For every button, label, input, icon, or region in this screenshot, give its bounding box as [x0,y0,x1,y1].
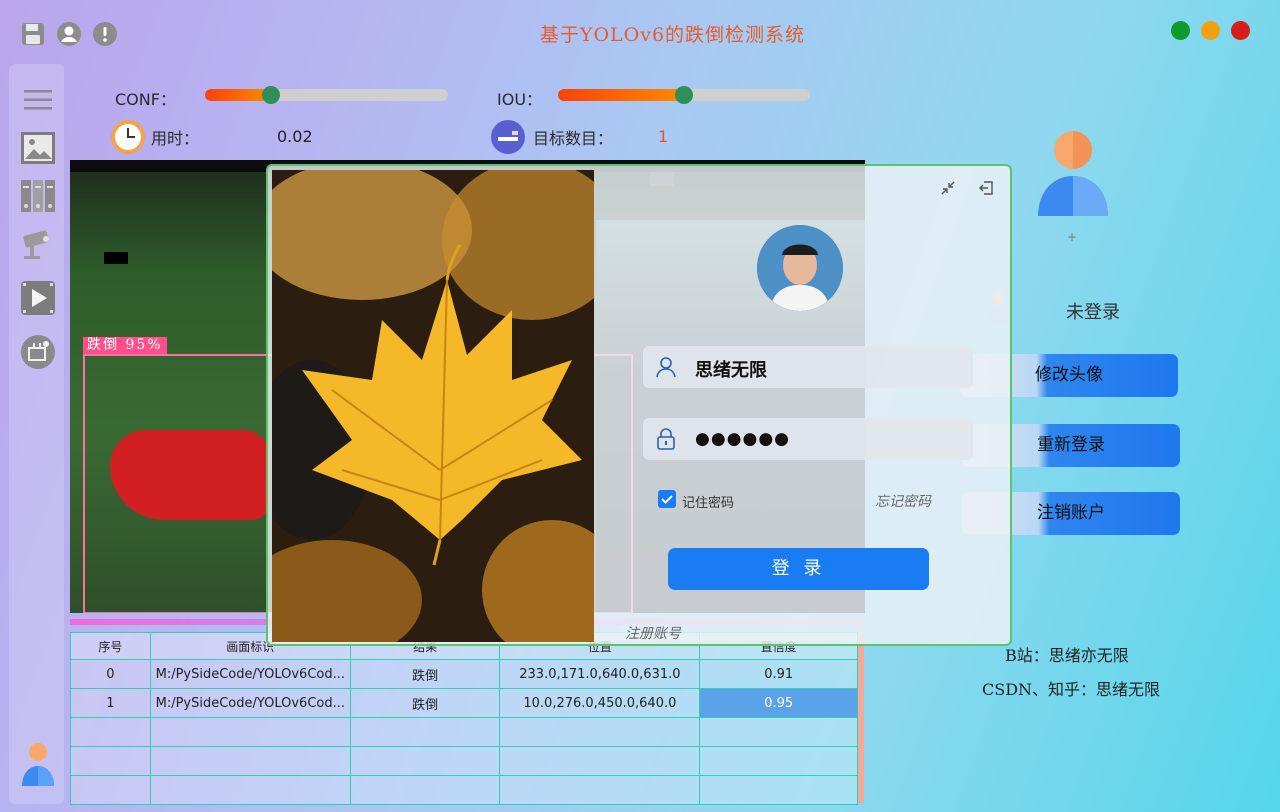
table-row[interactable] [70,717,858,747]
conf-slider-handle[interactable] [262,86,280,104]
count-value: 1 [658,127,669,146]
time-value: 0.02 [277,127,313,146]
table-cell[interactable] [70,746,151,776]
maximize-button[interactable] [1171,21,1190,40]
table-cell[interactable] [499,746,701,776]
camera-icon[interactable] [20,226,56,262]
username-field[interactable]: 思绪无限 [643,346,973,388]
minimize-dialog-icon[interactable] [940,180,956,196]
table-cell[interactable] [699,717,858,747]
menu-icon[interactable] [20,82,56,118]
username-value[interactable]: 思绪无限 [695,356,767,382]
table-cell[interactable]: 0 [70,659,151,689]
model-icon[interactable] [20,334,56,370]
clock-icon [110,119,146,155]
table-row[interactable] [70,775,858,805]
login-dialog: 思绪无限 ●●●●●● 记住密码 忘记密码 登 录 注册账号 [266,164,1012,646]
iou-label: IOU： [497,90,543,109]
profile-avatar-icon[interactable] [1036,130,1110,216]
avatar-plus[interactable]: + [1067,230,1077,244]
table-scrollbar[interactable] [858,632,864,803]
table-cell[interactable] [499,775,701,805]
time-label: 用时： [151,129,200,148]
iou-slider[interactable] [558,86,810,104]
forgot-password-link[interactable]: 忘记密码 [875,491,931,511]
folder-icon[interactable] [20,178,56,214]
user-avatar-icon[interactable] [20,742,56,788]
exit-dialog-icon[interactable] [978,180,994,196]
conf-slider[interactable] [205,86,448,104]
table-cell[interactable] [349,775,501,805]
table-cell[interactable] [70,717,151,747]
check-icon [661,495,673,504]
login-button[interactable]: 登 录 [668,548,929,590]
count-label: 目标数目： [533,129,614,148]
table-cell[interactable]: 10.0,276.0,450.0,640.0 [499,688,701,718]
table-row[interactable]: 1 M:/PySideCode/YOLOv6Cod... 跌倒 10.0,276… [70,688,858,718]
table-cell[interactable]: M:/PySideCode/YOLOv6Cod... [149,659,351,689]
table-cell[interactable] [149,746,351,776]
table-cell[interactable]: 0.91 [699,659,858,689]
password-value[interactable]: ●●●●●● [695,429,790,449]
remember-checkbox[interactable] [658,490,676,508]
image-icon[interactable] [20,130,56,166]
register-link[interactable]: 注册账号 [625,623,681,643]
table-cell-selected[interactable]: 0.95 [699,688,858,718]
table-cell[interactable]: 跌倒 [349,688,501,718]
table-cell[interactable]: 跌倒 [349,659,501,689]
lock-icon [657,428,675,450]
csdn-credit: CSDN、知乎：思绪无限 [982,680,1161,699]
sidebar [9,64,64,804]
app-title: 基于YOLOv6的跌倒检测系统 [539,24,806,46]
minimize-button[interactable] [1201,21,1220,40]
table-cell[interactable] [499,717,701,747]
table-cell[interactable] [149,717,351,747]
iou-slider-fill [558,89,684,101]
table-row[interactable] [70,746,858,776]
video-icon[interactable] [20,280,56,316]
table-cell[interactable] [349,746,501,776]
table-header[interactable]: 序号 [70,632,151,660]
conf-label: CONF： [115,90,176,109]
table-cell[interactable] [70,775,151,805]
user-field-icon [656,357,676,378]
table-cell[interactable]: 233.0,171.0,640.0,631.0 [499,659,701,689]
table-cell[interactable]: M:/PySideCode/YOLOv6Cod... [149,688,351,718]
video-artifact [104,252,128,264]
iou-slider-handle[interactable] [675,86,693,104]
login-status: 未登录 [1066,302,1120,323]
table-cell[interactable] [149,775,351,805]
table-cell[interactable] [699,746,858,776]
results-table: 序号 画面标识 结果 位置 置信度 0 M:/PySideCode/YOLOv6… [70,632,858,805]
target-count-icon [490,119,526,155]
password-field[interactable]: ●●●●●● [643,418,973,460]
detection-label: 跌倒 95% [83,337,167,354]
table-cell[interactable]: 1 [70,688,151,718]
bilibili-credit: B站：思绪亦无限 [1005,646,1129,665]
close-button[interactable] [1231,21,1250,40]
table-cell[interactable] [699,775,858,805]
remember-label[interactable]: 记住密码 [682,492,734,511]
table-cell[interactable] [349,717,501,747]
maple-leaf-image [272,170,594,642]
table-row[interactable]: 0 M:/PySideCode/YOLOv6Cod... 跌倒 233.0,17… [70,659,858,689]
login-avatar[interactable] [757,225,843,311]
